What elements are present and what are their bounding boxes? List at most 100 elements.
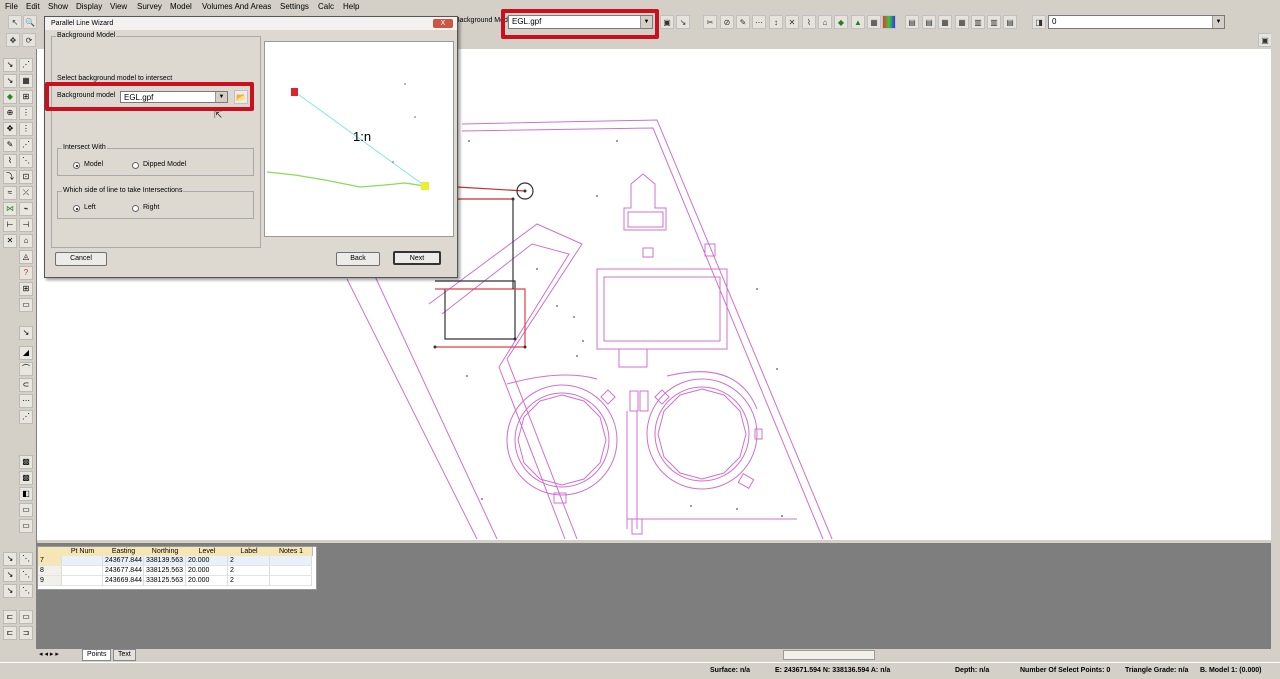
tool-icon[interactable]: ◆ — [3, 90, 17, 104]
panel-icon[interactable]: ▣ — [1258, 33, 1272, 47]
radio-left[interactable] — [73, 205, 80, 212]
menu-edit[interactable]: Edit — [26, 2, 40, 11]
menu-show[interactable]: Show — [48, 2, 68, 11]
zoom-icon[interactable]: 🔍 — [23, 15, 37, 29]
points-grid[interactable]: Pt Num Easting Northing Level Label Note… — [37, 546, 317, 590]
table-icon[interactable]: ▦ — [955, 15, 969, 29]
tool-icon[interactable]: ⊡ — [19, 170, 33, 184]
grid-icon[interactable]: ▦ — [867, 15, 881, 29]
column-header[interactable]: Northing — [144, 547, 187, 556]
tool-icon[interactable]: ⋯ — [19, 394, 33, 408]
tool-icon[interactable]: ↘ — [3, 584, 17, 598]
menu-settings[interactable]: Settings — [280, 2, 309, 11]
tool-icon[interactable]: ≈ — [3, 186, 17, 200]
tool-icon[interactable]: ⌇ — [802, 15, 816, 29]
tool-icon[interactable]: ⋮ — [19, 106, 33, 120]
tool-icon[interactable]: ↘ — [3, 552, 17, 566]
chevron-down-icon[interactable]: ▼ — [1212, 16, 1224, 28]
tool-icon[interactable]: ◧ — [19, 487, 33, 501]
move-icon[interactable]: ✥ — [6, 33, 20, 47]
tool-icon[interactable]: ⊕ — [3, 106, 17, 120]
tool-icon[interactable]: ⊞ — [19, 282, 33, 296]
menu-file[interactable]: File — [5, 2, 18, 11]
tool-icon[interactable]: ⊣ — [19, 218, 33, 232]
tool-icon[interactable]: ✎ — [3, 138, 17, 152]
tab-points[interactable]: Points — [82, 649, 112, 661]
table-icon[interactable]: ▥ — [987, 15, 1001, 29]
radio-model[interactable] — [73, 162, 80, 169]
tool-icon[interactable]: ↘ — [3, 74, 17, 88]
tool-icon[interactable]: ⊘ — [720, 15, 734, 29]
menu-survey[interactable]: Survey — [137, 2, 162, 11]
tool-icon[interactable]: ⊂ — [19, 378, 33, 392]
horizontal-scrollbar[interactable] — [783, 650, 875, 660]
tool-icon[interactable]: ✕ — [785, 15, 799, 29]
tool-icon[interactable]: ⋰ — [19, 138, 33, 152]
tool-icon[interactable]: ◢ — [19, 346, 33, 360]
tool-icon[interactable]: ↘ — [3, 568, 17, 582]
column-header[interactable]: Label — [228, 547, 271, 556]
cancel-button[interactable]: Cancel — [55, 252, 107, 266]
menu-calc[interactable]: Calc — [318, 2, 334, 11]
tab-nav-icon[interactable]: ◂ ◂ ▸ ▸ — [39, 650, 59, 658]
vertical-scrollbar[interactable] — [1271, 33, 1280, 541]
tool-icon[interactable]: ⊏ — [3, 610, 17, 624]
layer-combo[interactable]: 0 ▼ — [1048, 15, 1225, 29]
column-header[interactable]: Notes 1 — [270, 547, 313, 556]
tool-icon[interactable]: ⊐ — [19, 626, 33, 640]
column-header[interactable]: Pt Num — [62, 547, 104, 556]
menu-help[interactable]: Help — [343, 2, 359, 11]
save-icon[interactable]: ▣ — [660, 15, 674, 29]
radio-right[interactable] — [132, 205, 139, 212]
tool-icon[interactable]: ⋱ — [19, 568, 33, 582]
tool-icon[interactable]: ⌇ — [3, 154, 17, 168]
tool-icon[interactable]: ✕ — [3, 234, 17, 248]
tool-icon[interactable]: ▭ — [19, 610, 33, 624]
table-icon[interactable]: ▦ — [938, 15, 952, 29]
tool-icon[interactable]: ▭ — [19, 298, 33, 312]
select-arrow-icon[interactable]: ↖ — [8, 15, 22, 29]
dialog-title[interactable]: Parallel Line Wizard — [45, 17, 457, 30]
tool-icon[interactable]: ⊢ — [3, 218, 17, 232]
table-icon[interactable]: ▤ — [905, 15, 919, 29]
back-button[interactable]: Back — [336, 252, 380, 266]
menu-model[interactable]: Model — [170, 2, 192, 11]
close-button[interactable]: X — [433, 19, 453, 28]
tool-icon[interactable]: ⤫ — [19, 186, 33, 200]
tool-icon[interactable]: ↘ — [3, 58, 17, 72]
tool-icon[interactable]: ▩ — [19, 471, 33, 485]
surface-icon[interactable]: ◆ — [834, 15, 848, 29]
layer-icon[interactable]: ◨ — [1032, 15, 1046, 29]
radio-dipped-model[interactable] — [132, 162, 139, 169]
table-icon[interactable]: ▥ — [971, 15, 985, 29]
tool-icon[interactable]: ▩ — [19, 455, 33, 469]
tool-icon[interactable]: ✂ — [703, 15, 717, 29]
tool-icon[interactable]: ⋯ — [752, 15, 766, 29]
column-header[interactable]: Level — [186, 547, 229, 556]
tool-icon[interactable]: ⋮ — [19, 122, 33, 136]
tool-icon[interactable]: ⋰ — [19, 58, 33, 72]
tool-icon[interactable]: ✎ — [736, 15, 750, 29]
table-icon[interactable]: ▤ — [922, 15, 936, 29]
menu-display[interactable]: Display — [76, 2, 102, 11]
table-icon[interactable]: ▤ — [1003, 15, 1017, 29]
tool-icon[interactable]: ▦ — [19, 74, 33, 88]
tool-icon[interactable]: ⤵ — [3, 170, 17, 184]
tool-icon[interactable]: ▭ — [19, 519, 33, 533]
next-button[interactable]: Next — [393, 251, 441, 265]
tool-icon[interactable]: ? — [19, 266, 33, 280]
tool-icon[interactable]: ◬ — [19, 250, 33, 264]
tool-icon[interactable]: ↘ — [19, 326, 33, 340]
tool-icon[interactable]: ▭ — [19, 503, 33, 517]
tool-icon[interactable]: ⊏ — [3, 626, 17, 640]
tool-icon[interactable]: ✥ — [3, 122, 17, 136]
tool-icon[interactable]: ⋰ — [19, 410, 33, 424]
tool-icon[interactable]: ⋱ — [19, 584, 33, 598]
pointer-icon[interactable]: ↘ — [676, 15, 690, 29]
color-palette-icon[interactable] — [882, 15, 896, 29]
triangle-icon[interactable]: ▲ — [851, 15, 865, 29]
tool-icon[interactable]: ⌁ — [19, 202, 33, 216]
menu-volumes[interactable]: Volumes And Areas — [202, 2, 271, 11]
tab-text[interactable]: Text — [113, 649, 136, 661]
tool-icon[interactable]: ⋱ — [19, 154, 33, 168]
